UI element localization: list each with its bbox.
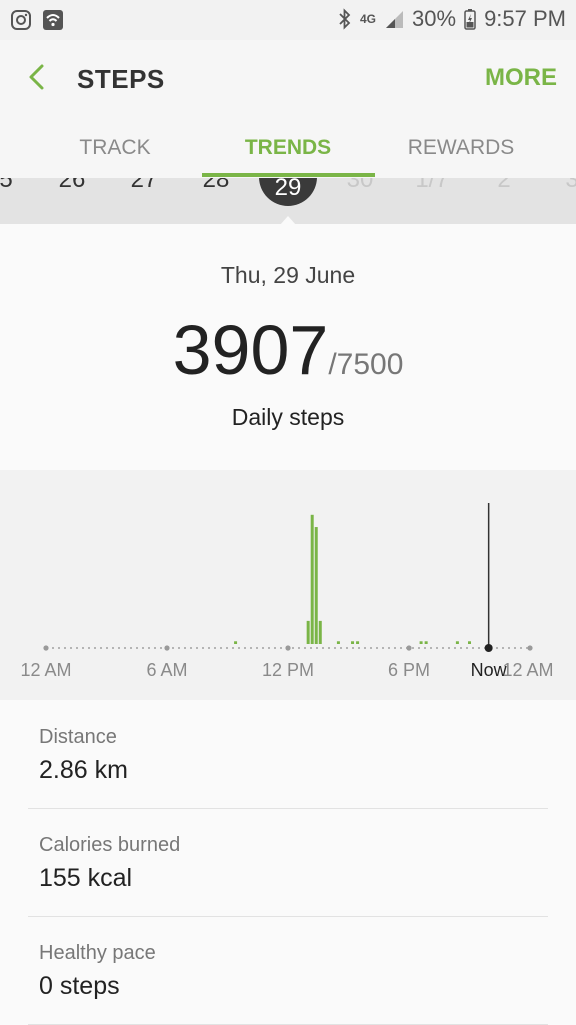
date-item[interactable]: 3 [552,178,576,194]
stat-label: Healthy pace [39,942,156,964]
steps-count: 3907/7500 [0,310,576,390]
page-title: STEPS [77,64,165,94]
now-marker-dot [484,644,493,652]
date-item[interactable]: 30 [340,178,380,194]
daily-steps-label: Daily steps [231,404,345,430]
x-tick-label: 12 PM [262,660,314,680]
more-button[interactable]: MORE [485,64,557,92]
x-tick-label: 6 AM [146,660,187,680]
chart-svg: 12 AM 6 AM 12 PM 6 PM Now12 AM [20,503,554,680]
signal-icon [386,11,404,28]
stat-distance: Distance 2.86 km [28,700,548,809]
axis-tick-dot [285,645,291,651]
stat-label: Distance [39,726,117,748]
x-tick-label: 6 PM [388,660,430,680]
hourly-steps-chart: 12 AM 6 AM 12 PM 6 PM Now 12 AM [0,470,576,700]
status-bar: 4G 30% 9:57 PM [0,0,576,40]
daily-summary: Thu, 29 June 3907/7500 Daily steps [0,224,576,470]
step-bar [424,641,428,644]
axis-tick-dot [406,645,412,651]
stat-label: Calories burned [39,834,181,856]
clock: 9:57 PM [484,6,566,31]
date-item[interactable]: 1/7 [412,178,452,194]
date-item[interactable]: 28 [196,178,236,194]
step-bar [314,527,318,644]
bluetooth-icon [339,8,351,30]
stat-value: 0 steps [39,972,120,1000]
stat-value: 2.86 km [39,756,128,784]
x-tick-label: 12 AM [20,660,71,680]
step-bar [468,641,471,644]
stats-list: Distance 2.86 km Calories burned 155 kca… [0,700,576,1025]
tab-track[interactable]: TRACK [40,136,190,160]
step-bar [310,514,314,644]
date-item[interactable]: 2 [484,178,524,194]
tab-rewards[interactable]: REWARDS [386,136,536,160]
battery-charging-icon [464,9,476,30]
stat-healthy-pace: Healthy pace 0 steps [28,916,548,1025]
wifi-calling-icon [43,10,63,30]
battery-percent: 30% [412,6,457,31]
step-bar [336,641,340,644]
stat-calories: Calories burned 155 kcal [28,808,548,917]
axis-tick-dot [164,645,170,651]
network-type: 4G [360,12,377,26]
steps-goal: /7500 [328,348,404,381]
axis-tick-dot [527,645,533,651]
step-bar [234,641,238,644]
tab-bar: TRACK TRENDS REWARDS [0,116,576,178]
active-tab-indicator [202,173,375,177]
step-bar [318,620,322,644]
stat-value: 155 kcal [39,864,133,892]
back-arrow-icon[interactable] [22,60,56,94]
instagram-icon [11,10,31,30]
step-bar [356,641,360,644]
app-bar: STEPS MORE [0,40,576,116]
selected-date[interactable]: 29 [259,178,317,206]
step-bar [351,641,355,644]
step-bar [455,641,459,644]
date-pointer [280,216,296,225]
steps-value: 3907 [172,311,329,389]
summary-date: Thu, 29 June [220,262,356,288]
step-bar [419,641,423,644]
date-item[interactable]: 26 [52,178,92,194]
axis-tick-dot [43,645,49,651]
x-tick-label: 12 AM [502,660,553,680]
date-item[interactable]: 27 [124,178,164,194]
date-item[interactable]: 5 [0,178,26,194]
tab-trends[interactable]: TRENDS [213,136,363,160]
step-bar [306,620,310,644]
